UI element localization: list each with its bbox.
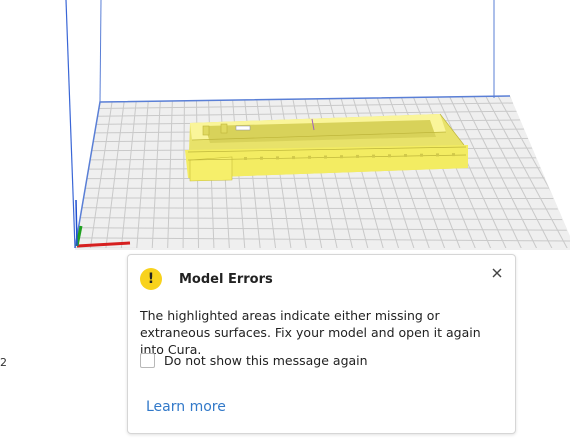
dialog-message: The highlighted areas indicate either mi… xyxy=(140,308,481,357)
close-icon xyxy=(492,268,502,278)
dialog-title: Model Errors xyxy=(179,272,273,287)
build-volume-edge xyxy=(99,0,102,103)
dont-show-again-row[interactable]: Do not show this message again xyxy=(140,353,368,368)
warning-icon: ! xyxy=(140,268,162,290)
model-errors-dialog: ! Model Errors The highlighted areas ind… xyxy=(127,254,516,434)
dont-show-again-checkbox[interactable] xyxy=(140,353,155,368)
close-button[interactable] xyxy=(489,265,505,281)
side-label: 2 xyxy=(0,356,7,369)
learn-more-link[interactable]: Learn more xyxy=(146,399,226,415)
build-volume-edge xyxy=(65,0,76,249)
checkbox-label: Do not show this message again xyxy=(164,353,368,368)
